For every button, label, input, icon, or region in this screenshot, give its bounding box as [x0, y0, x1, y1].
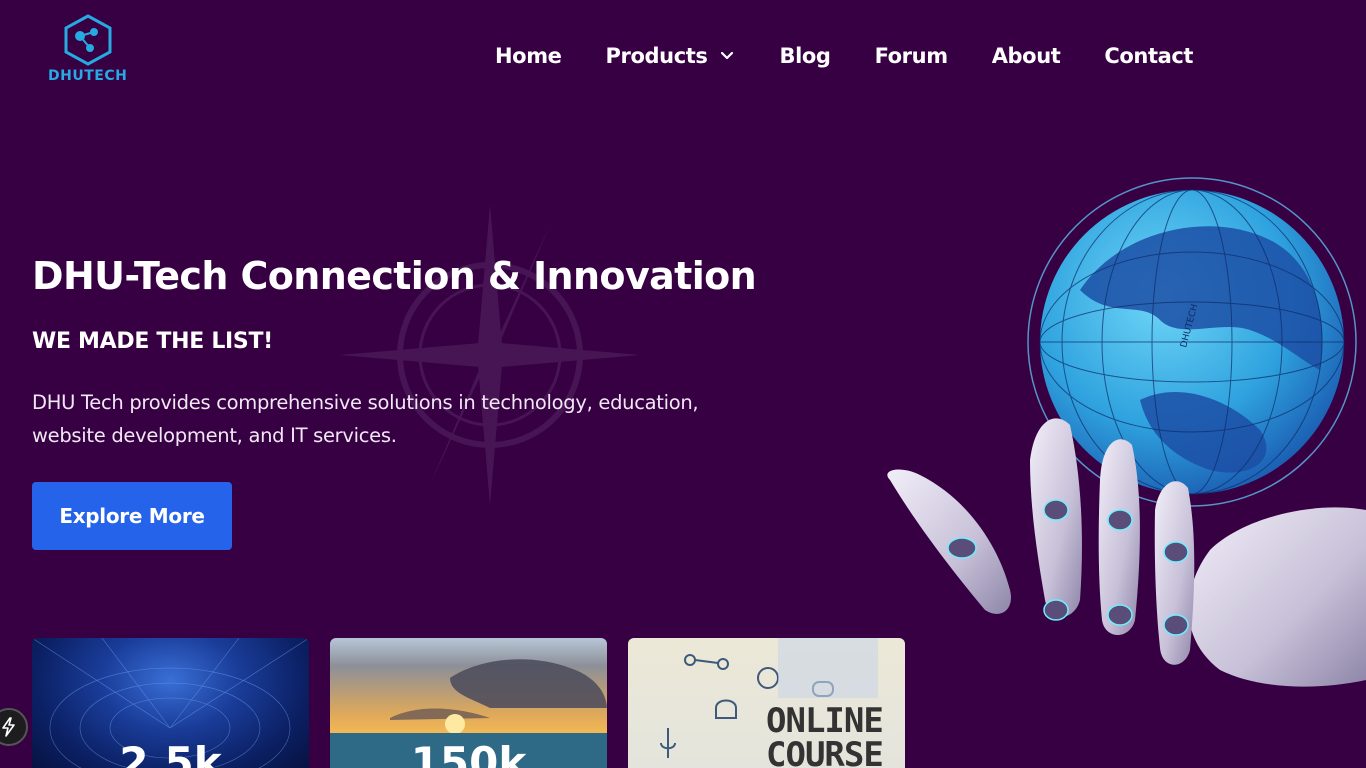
nav-contact-label: Contact: [1104, 44, 1194, 68]
nav-contact[interactable]: Contact: [1104, 44, 1193, 68]
side-floating-button[interactable]: [0, 708, 28, 746]
hexagon-network-icon: [64, 14, 112, 66]
main-nav: Home Products Blog Forum About Contact: [474, 40, 1237, 72]
hero-title: DHU-Tech Connection & Innovation: [32, 254, 757, 298]
stat-card-network[interactable]: 2.5k: [32, 638, 309, 768]
nav-products-label: Products: [605, 44, 708, 68]
nav-about-label: About: [991, 44, 1061, 68]
nav-forum[interactable]: Forum: [874, 44, 949, 68]
nav-home[interactable]: Home: [495, 44, 562, 68]
stat-value: 2.5k: [119, 738, 222, 768]
hero-description: DHU Tech provides comprehensive solution…: [32, 391, 699, 447]
stat-card-sunset[interactable]: 150k: [330, 638, 607, 768]
nav-blog[interactable]: Blog: [779, 44, 830, 68]
nav-home-label: Home: [495, 44, 562, 68]
brand-name: DHUTECH: [48, 68, 128, 84]
online-course-text: ONLINE COURSE: [766, 701, 884, 768]
online-course-card[interactable]: ONLINE COURSE: [628, 638, 905, 768]
stat-value: 150k: [410, 738, 527, 768]
chevron-down-icon: [721, 51, 734, 60]
online-word: ONLINE: [766, 701, 884, 741]
nav-blog-label: Blog: [779, 44, 831, 68]
explore-more-button[interactable]: Explore More: [32, 482, 232, 550]
nav-forum-label: Forum: [874, 44, 949, 68]
lightning-icon: [2, 717, 15, 737]
brand-logo[interactable]: DHUTECH: [48, 14, 128, 86]
nav-about[interactable]: About: [992, 44, 1061, 68]
hero-subtitle: WE MADE THE LIST!: [32, 329, 273, 354]
course-word: COURSE: [766, 735, 884, 768]
compass-decoration: [340, 205, 640, 505]
robot-hand-globe-image: DHUTECH: [887, 177, 1366, 687]
nav-products[interactable]: Products: [606, 44, 736, 68]
